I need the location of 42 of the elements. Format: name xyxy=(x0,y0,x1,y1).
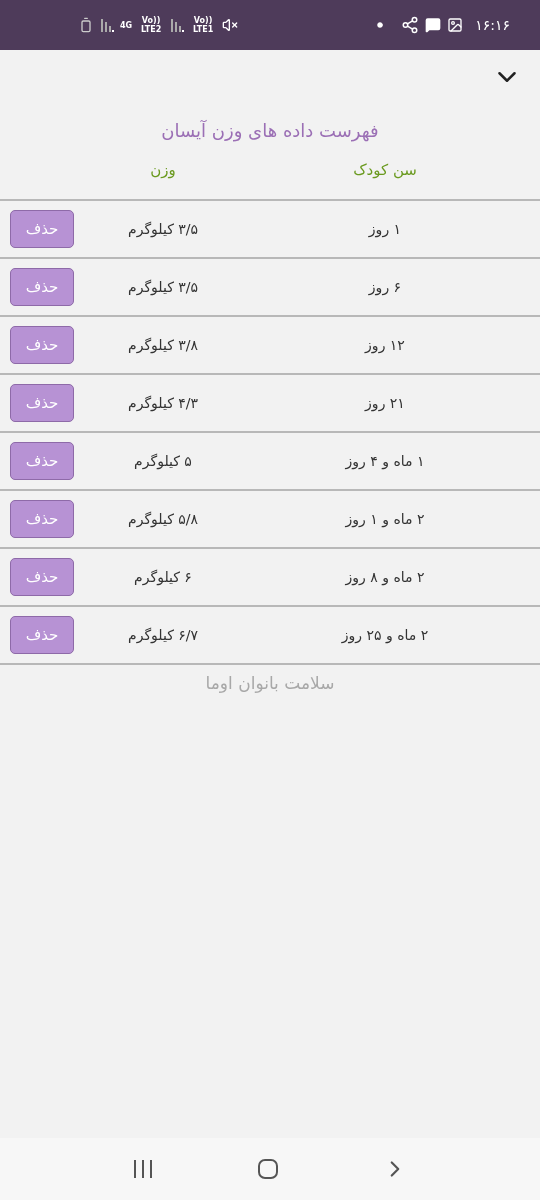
delete-button[interactable]: حذف xyxy=(10,558,74,596)
age-cell-text: ۲ ماه و ۲۵ روز xyxy=(340,627,430,643)
weight-cell-text: ۳/۵ کیلوگرم xyxy=(127,221,199,237)
age-cell-text: ۲ ماه و ۸ روز xyxy=(344,569,426,585)
weight-cell-text: ۳/۵ کیلوگرم xyxy=(127,279,199,295)
sim-label: Vo)) LTE2 xyxy=(140,16,163,34)
home-icon[interactable] xyxy=(257,1158,279,1180)
weight-cell-text: ۵/۸ کیلوگرم xyxy=(127,511,199,527)
age-cell-text: ۱ روز xyxy=(367,221,403,237)
delete-button[interactable]: حذف xyxy=(10,210,74,248)
background-caption: سلامت بانوان اوما xyxy=(204,673,336,693)
delete-button[interactable]: حذف xyxy=(10,616,74,654)
weight-cell-text: ۳/۸ کیلوگرم xyxy=(127,337,199,353)
page-title: فهرست داده های وزن آیسان xyxy=(160,120,380,141)
weight-cell-text: ۶ کیلوگرم xyxy=(133,569,193,585)
column-header: سن کودک xyxy=(352,161,418,179)
dot-icon xyxy=(377,22,384,28)
battery-icon xyxy=(78,17,94,33)
network-label: 4G xyxy=(120,20,133,30)
message-icon xyxy=(425,17,442,33)
share-icon xyxy=(401,16,420,34)
signal-icon xyxy=(170,18,185,32)
delete-button[interactable]: حذف xyxy=(10,268,74,306)
delete-button[interactable]: حذف xyxy=(10,500,74,538)
age-cell-text: ۱۲ روز xyxy=(363,337,406,353)
weight-cell-text: ۶/۷ کیلوگرم xyxy=(127,627,199,643)
recent-apps-icon[interactable] xyxy=(131,1159,154,1179)
signal-icon xyxy=(100,18,114,32)
column-header: وزن xyxy=(149,161,177,179)
weight-cell-text: ۵ کیلوگرم xyxy=(133,453,193,469)
age-cell-text: ۶ روز xyxy=(367,279,403,295)
weight-cell-text: ۴/۳ کیلوگرم xyxy=(127,395,199,411)
delete-button[interactable]: حذف xyxy=(10,442,74,480)
clock-time: ۱۶:۱۶ xyxy=(475,17,510,33)
sim-label: Vo)) LTE1 xyxy=(192,16,215,34)
delete-button[interactable]: حذف xyxy=(10,384,74,422)
age-cell-text: ۲۱ روز xyxy=(363,395,406,411)
image-icon xyxy=(447,17,464,33)
delete-button[interactable]: حذف xyxy=(10,326,74,364)
mute-icon xyxy=(222,17,239,33)
age-cell-text: ۱ ماه و ۴ روز xyxy=(344,453,426,469)
age-cell-text: ۲ ماه و ۱ روز xyxy=(344,511,426,527)
